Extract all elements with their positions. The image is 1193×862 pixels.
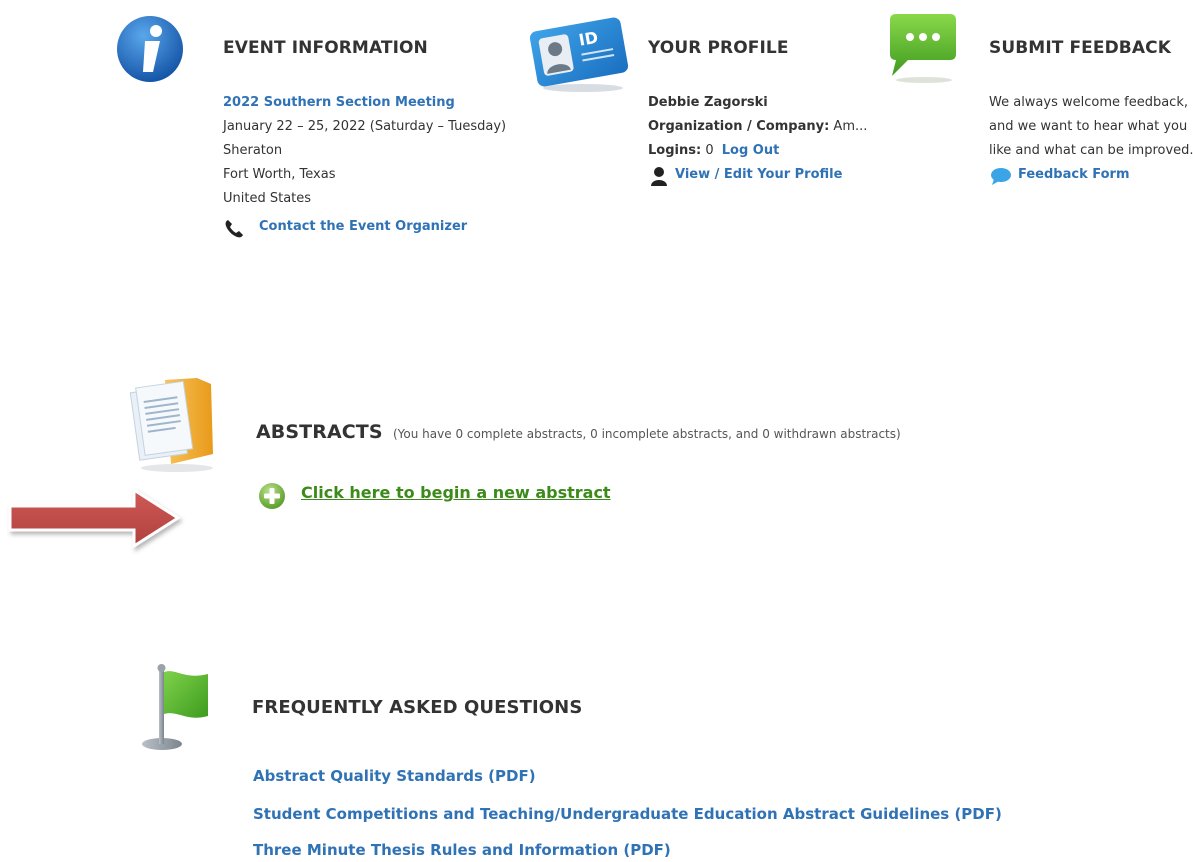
flag-icon	[142, 664, 208, 750]
speech-bubble-icon	[991, 168, 1011, 185]
faq-link-2[interactable]: Student Competitions and Teaching/Underg…	[253, 802, 1002, 826]
logins-label: Logins:	[648, 143, 702, 158]
feedback-text-1: We always welcome feedback,	[989, 95, 1188, 110]
abstracts-summary: (You have 0 complete abstracts, 0 incomp…	[393, 427, 901, 441]
id-card-icon: ID	[529, 17, 629, 92]
abstracts-title: ABSTRACTS	[256, 421, 383, 443]
phone-icon	[225, 220, 243, 238]
folder-icon	[129, 378, 213, 472]
org-label: Organization / Company:	[648, 119, 830, 134]
event-dates: January 22 – 25, 2022 (Saturday – Tuesda…	[223, 119, 507, 134]
event-info-title: EVENT INFORMATION	[223, 38, 428, 58]
profile-name: Debbie Zagorski	[648, 95, 768, 110]
arrow-icon	[8, 487, 181, 549]
profile-logins: Logins: 0 Log Out	[648, 139, 779, 163]
id-badge-text: ID	[577, 28, 599, 50]
faq-title: FREQUENTLY ASKED QUESTIONS	[252, 697, 583, 718]
org-value: Am...	[833, 119, 868, 134]
person-icon	[651, 167, 667, 186]
feedback-text-2: and we want to hear what you	[989, 119, 1188, 134]
plus-circle-icon[interactable]	[258, 482, 286, 510]
logout-link[interactable]: Log Out	[722, 143, 780, 158]
meeting-link[interactable]: 2022 Southern Section Meeting	[223, 91, 455, 115]
event-country: United States	[223, 191, 312, 206]
chat-bubble-icon	[890, 14, 956, 83]
info-icon	[117, 16, 183, 82]
profile-org: Organization / Company: Am...	[648, 115, 867, 139]
contact-organizer-link[interactable]: Contact the Event Organizer	[259, 215, 467, 239]
feedback-text-3: like and what can be improved.	[989, 143, 1193, 158]
faq-link-1[interactable]: Abstract Quality Standards (PDF)	[253, 764, 536, 788]
feedback-title: SUBMIT FEEDBACK	[989, 38, 1171, 58]
feedback-form-link[interactable]: Feedback Form	[1018, 163, 1130, 187]
event-venue: Sheraton	[223, 143, 283, 158]
edit-profile-link[interactable]: View / Edit Your Profile	[675, 163, 842, 187]
event-city: Fort Worth, Texas	[223, 167, 336, 182]
profile-title: YOUR PROFILE	[648, 38, 789, 58]
faq-link-3[interactable]: Three Minute Thesis Rules and Informatio…	[253, 838, 671, 862]
logins-value: 0	[705, 143, 714, 158]
new-abstract-link[interactable]: Click here to begin a new abstract	[301, 483, 611, 502]
